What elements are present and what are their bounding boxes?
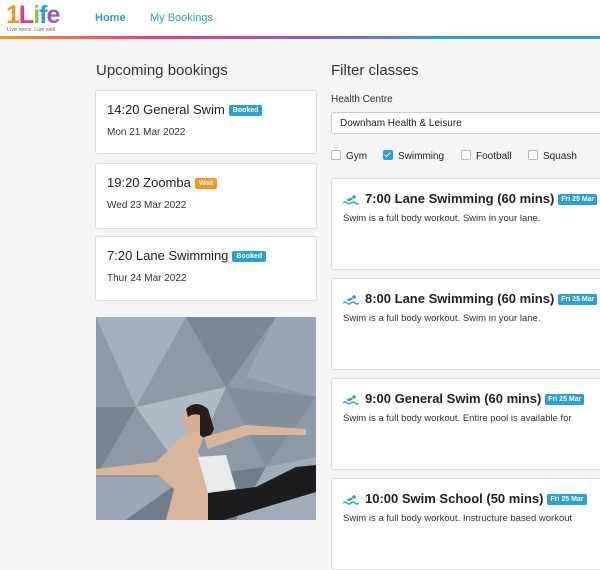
booking-title-row: 14:20 General Swim Booked — [107, 102, 263, 117]
checkbox-label: Swimming — [398, 151, 445, 162]
health-centre-label: Health Centre — [331, 94, 393, 105]
booking-title: 14:20 General Swim — [107, 102, 225, 117]
booking-card[interactable]: 19:20 Zoomba Wait Wed 23 Mar 2022 — [95, 163, 317, 229]
logo-tagline: Live more. Live well. — [7, 27, 57, 33]
class-date-badge: Fri 25 Mar — [558, 194, 598, 205]
top-navigation-bar: 1Life Live more. Live well. Home My Book… — [0, 0, 600, 36]
booking-date: Wed 23 Mar 2022 — [107, 200, 187, 211]
checkbox-icon[interactable] — [528, 150, 538, 160]
class-title: 8:00 Lane Swimming (60 mins) — [365, 291, 555, 306]
checkbox-checked-icon[interactable] — [383, 150, 393, 160]
checkbox-icon[interactable] — [331, 150, 341, 160]
filter-checkbox-football[interactable]: Football — [461, 150, 512, 162]
class-card[interactable]: 9:00 General Swim (60 mins) Fri 25 Mar Sw… — [331, 378, 600, 470]
filter-checkbox-swimming[interactable]: Swimming — [383, 150, 444, 162]
brand-logo[interactable]: 1Life Live more. Live well. — [6, 1, 78, 35]
status-badge: Wait — [194, 178, 218, 189]
booking-date: Thur 24 Mar 2022 — [107, 273, 187, 284]
swimmer-icon — [342, 495, 360, 505]
booking-title: 19:20 Zoomba — [107, 175, 191, 190]
filter-checkbox-gym[interactable]: Gym — [331, 150, 367, 162]
nav-my-bookings-link[interactable]: My Bookings — [150, 12, 213, 24]
class-title: 10:00 Swim School (50 mins) — [365, 491, 544, 506]
class-date-badge: Fri 25 Mar — [558, 294, 598, 305]
class-card[interactable]: 8:00 Lane Swimming (60 mins) Fri 25 Mar S… — [331, 278, 600, 370]
booking-card[interactable]: 7:20 Lane Swimming Booked Thur 24 Mar 202… — [95, 236, 317, 301]
booking-date: Mon 21 Mar 2022 — [107, 127, 186, 138]
class-description: Swim is a full body workout. Entire pool… — [343, 413, 572, 424]
class-title: 9:00 General Swim (60 mins) — [365, 391, 542, 406]
fitness-promo-image — [96, 317, 316, 520]
checkbox-label: Gym — [346, 151, 368, 162]
class-description: Swim is a full body workout. Swim in you… — [343, 313, 541, 324]
promo-illustration — [96, 317, 316, 520]
booking-title: 7:20 Lane Swimming — [107, 248, 229, 263]
logo-wordmark: 1Life — [6, 1, 60, 29]
class-description: Swim is a full body workout. Swim in you… — [343, 213, 541, 224]
booking-card[interactable]: 14:20 General Swim Booked Mon 21 Mar 2022 — [95, 90, 317, 154]
class-description: Swim is a full body workout. Instructure… — [343, 513, 573, 524]
class-title-row: 9:00 General Swim (60 mins) Fri 25 Mar — [342, 391, 585, 406]
booking-title-row: 7:20 Lane Swimming Booked — [107, 248, 267, 263]
swimmer-icon — [342, 195, 360, 205]
booking-title-row: 19:20 Zoomba Wait — [107, 175, 218, 190]
class-date-badge: Fri 25 Mar — [547, 494, 587, 505]
status-badge: Booked — [228, 105, 263, 116]
filter-checkbox-squash[interactable]: Squash — [528, 150, 577, 162]
checkbox-label: Squash — [543, 151, 577, 162]
checkbox-icon[interactable] — [461, 150, 471, 160]
class-title: 7:00 Lane Swimming (60 mins) — [365, 191, 555, 206]
nav-home-link[interactable]: Home — [95, 12, 126, 24]
class-title-row: 10:00 Swim School (50 mins) Fri 25 Mar — [342, 491, 587, 506]
health-centre-select[interactable]: Downham Health & Leisure — [331, 112, 600, 134]
class-card[interactable]: 7:00 Lane Swimming (60 mins) Fri 25 Mar S… — [331, 178, 600, 270]
status-badge: Booked — [232, 251, 267, 262]
upcoming-bookings-heading: Upcoming bookings — [96, 62, 228, 79]
class-title-row: 7:00 Lane Swimming (60 mins) Fri 25 Mar — [342, 191, 598, 206]
header-accent-stripe — [0, 36, 600, 39]
class-date-badge: Fri 25 Mar — [545, 394, 585, 405]
class-title-row: 8:00 Lane Swimming (60 mins) Fri 25 Mar — [342, 291, 598, 306]
swimmer-icon — [342, 295, 360, 305]
class-card[interactable]: 10:00 Swim School (50 mins) Fri 25 Mar Sw… — [331, 478, 600, 570]
checkbox-label: Football — [476, 151, 512, 162]
swimmer-icon — [342, 395, 360, 405]
filter-classes-heading: Filter classes — [331, 62, 419, 79]
